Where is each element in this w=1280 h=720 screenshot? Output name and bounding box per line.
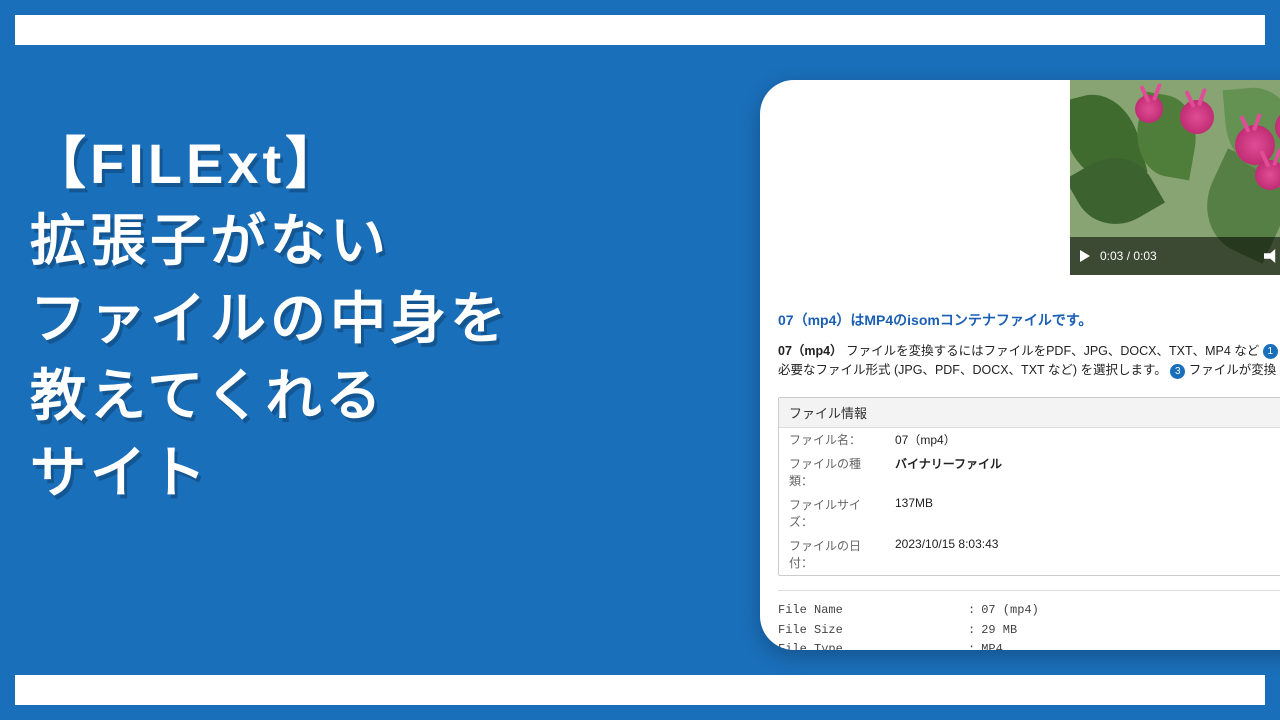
file-heading: 07（mp4）はMP4のisomコンテナファイルです。 <box>778 310 1280 330</box>
metadata-key: File Size <box>778 621 968 641</box>
metadata-block: File Name: 07 (mp4)File Size: 29 MBFile … <box>778 590 1280 650</box>
title-line-4: 教えてくれる <box>30 357 510 434</box>
step-badge-2: 3 <box>1170 364 1185 379</box>
title-line-1: 【FILExt】 <box>30 125 510 202</box>
video-thumbnail[interactable]: 0:03 / 0:03 <box>1070 80 1280 275</box>
info-label: ファイルの種類： <box>779 452 885 493</box>
desc-bold: 07（mp4） <box>778 344 843 358</box>
info-label: ファイルサイズ： <box>779 493 885 534</box>
metadata-row: File Type: MP4 <box>778 640 1280 650</box>
title-line-3: ファイルの中身を <box>30 280 510 357</box>
metadata-row: File Name: 07 (mp4) <box>778 601 1280 621</box>
metadata-separator: : <box>968 601 975 621</box>
metadata-row: File Size: 29 MB <box>778 621 1280 641</box>
metadata-value: MP4 <box>981 640 1003 650</box>
metadata-value: 07 (mp4) <box>981 601 1039 621</box>
video-time: 0:03 / 0:03 <box>1100 249 1157 263</box>
title-line-2: 拡張子がない <box>30 202 510 279</box>
title-line-5: サイト <box>30 434 510 511</box>
top-band <box>15 15 1265 45</box>
bottom-band <box>15 675 1265 705</box>
card-body: 07（mp4）はMP4のisomコンテナファイルです。 07（mp4） ファイル… <box>778 310 1280 650</box>
metadata-key: File Type <box>778 640 968 650</box>
desc-text-3: ファイルが変換 <box>1189 363 1277 377</box>
info-label: ファイルの日付： <box>779 534 885 575</box>
info-value: 2023/10/15 8:03:43 <box>885 534 1280 575</box>
metadata-separator: : <box>968 640 975 650</box>
metadata-separator: : <box>968 621 975 641</box>
video-controls[interactable]: 0:03 / 0:03 <box>1070 237 1280 275</box>
metadata-key: File Name <box>778 601 968 621</box>
metadata-value: 29 MB <box>981 621 1017 641</box>
desc-text-1: ファイルを変換するにはファイルをPDF、JPG、DOCX、TXT、MP4 など <box>843 344 1260 358</box>
info-value: 07（mp4） <box>885 428 1280 452</box>
description-text: 07（mp4） ファイルを変換するにはファイルをPDF、JPG、DOCX、TXT… <box>778 342 1280 381</box>
file-info-box: ファイル情報 ファイル名：07（mp4）ファイルの種類：バイナリーファイルファイ… <box>778 397 1280 576</box>
info-value: バイナリーファイル <box>885 452 1280 493</box>
file-info-grid: ファイル名：07（mp4）ファイルの種類：バイナリーファイルファイルサイズ：13… <box>779 428 1280 575</box>
info-label: ファイル名： <box>779 428 885 452</box>
desc-text-2: 必要なファイル形式 (JPG、PDF、DOCX、TXT など) を選択します。 <box>778 363 1170 377</box>
play-icon[interactable] <box>1080 250 1090 262</box>
volume-icon[interactable] <box>1264 249 1280 263</box>
info-value: 137MB <box>885 493 1280 534</box>
title-block: 【FILExt】 拡張子がない ファイルの中身を 教えてくれる サイト <box>30 125 510 511</box>
screenshot-card: 0:03 / 0:03 07（mp4）はMP4のisomコンテナファイルです。 … <box>760 80 1280 650</box>
step-badge-1: 1 <box>1263 344 1278 359</box>
file-info-title: ファイル情報 <box>779 398 1280 428</box>
